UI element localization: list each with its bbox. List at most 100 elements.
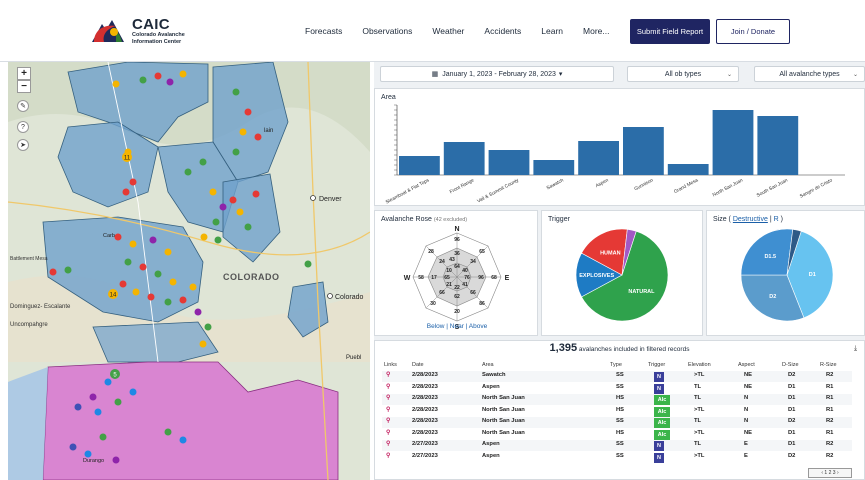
cell-elev: TL [694, 441, 702, 447]
trigger-pie-chart[interactable]: NATURAL EXPLOSIVES HUMAN [542, 225, 702, 335]
avalanche-types-select[interactable]: All avalanche types ⌄ [754, 66, 865, 82]
col-type[interactable]: Type [610, 362, 622, 368]
area-chart-card: Area Steamboat & Flat Tops Front Range Vai… [374, 88, 865, 206]
area-bar[interactable] [667, 164, 709, 175]
area-bar[interactable] [623, 127, 664, 175]
table-row[interactable]: ⚲ 2/28/2023 North San Juan HS TL N D1 R1 AIc [382, 394, 852, 405]
map-label-pueblo: Puebl [346, 355, 361, 361]
pie-slice[interactable] [740, 228, 794, 276]
map-pin-icon[interactable]: ⚲ [386, 395, 390, 401]
download-icon[interactable]: ⤓ [854, 345, 857, 353]
map-pin-icon[interactable]: ⚲ [386, 407, 390, 413]
cell-d: D1 [788, 429, 796, 436]
area-bar[interactable] [488, 150, 530, 175]
area-category-label: Aspen [595, 177, 610, 189]
area-bar[interactable] [757, 116, 799, 175]
help-icon[interactable]: ? [17, 121, 29, 133]
area-bar[interactable] [399, 156, 440, 175]
area-category-label: Steamboat & Flat Tops [385, 177, 431, 205]
cell-date: 2/27/2023 [412, 441, 438, 447]
table-row[interactable]: ⚲ 2/27/2023 Aspen SS TL E D1 R2 N [382, 440, 852, 451]
size-pie-chart[interactable]: D1 D2 D1.5 [707, 225, 864, 335]
join-donate-button[interactable]: Join / Donate [716, 19, 790, 44]
zoom-out-button[interactable]: − [17, 80, 31, 93]
nav-accidents[interactable]: Accidents [484, 26, 521, 36]
draw-tool-icon[interactable]: ✎ [17, 100, 29, 112]
pagination[interactable]: ‹ 1 2 3 › [808, 468, 852, 478]
table-row[interactable]: ⚲ 2/27/2023 Aspen SS >TL E D2 R2 N [382, 451, 852, 463]
col-links[interactable]: Links [384, 362, 397, 368]
map-label-colorado: COLORADO [223, 272, 280, 282]
map-pin-icon[interactable]: ⚲ [386, 384, 390, 390]
col-elevation[interactable]: Elevation [688, 362, 711, 368]
map-pin-icon[interactable]: ⚲ [386, 441, 390, 447]
cell-area: North San Juan [482, 418, 525, 424]
map-pin-icon[interactable]: ⚲ [386, 372, 390, 378]
col-trigger[interactable]: Trigger [648, 362, 665, 368]
avalanche-map[interactable]: 11 14 5 COLORADO Denver Colorado Puebl B… [8, 62, 370, 480]
rose-s-near: 62 [454, 294, 460, 300]
map-label-dominguez: Dominguez- Escalante [10, 304, 71, 310]
cell-d: D1 [788, 383, 796, 390]
nav-forecasts[interactable]: Forecasts [305, 26, 342, 36]
avalanche-rose-chart[interactable]: 96 36 64 65 34 40 76 96 68 41 66 86 62 2… [375, 225, 539, 329]
nav-observations[interactable]: Observations [362, 26, 412, 36]
col-dsize[interactable]: D-Size [782, 362, 799, 368]
cell-aspect: N [744, 418, 749, 424]
size-destructive-link[interactable]: Destructive [733, 216, 768, 223]
cell-aspect: E [744, 452, 748, 459]
col-aspect[interactable]: Aspect [738, 362, 755, 368]
pointer-icon[interactable]: ➤ [17, 139, 29, 151]
zoom-in-button[interactable]: + [17, 67, 31, 80]
area-category-label: Sawatch [546, 177, 565, 191]
table-row[interactable]: ⚲ 2/28/2023 Sawatch SS >TL NE D2 R2 N [382, 371, 852, 382]
rose-elevation-links[interactable]: Below | Near | Above [375, 323, 539, 330]
cell-d: D1 [788, 406, 796, 413]
cell-date: 2/27/2023 [412, 452, 438, 459]
caic-logo[interactable]: CAIC Colorado Avalanche Information Cent… [90, 16, 207, 46]
size-r-link[interactable]: R [774, 216, 779, 223]
cell-elev: >TL [694, 406, 705, 413]
ob-types-select[interactable]: All ob types ⌄ [627, 66, 739, 82]
submit-field-report-button[interactable]: Submit Field Report [630, 19, 710, 44]
rose-se-above: 41 [462, 282, 468, 288]
area-bar[interactable] [578, 141, 619, 175]
map-pin-icon[interactable]: ⚲ [386, 430, 390, 436]
map-canvas[interactable]: 11 14 5 COLORADO Denver Colorado Puebl B… [8, 62, 370, 480]
cell-d: D2 [788, 452, 796, 459]
caic-mountain-logo-icon [92, 20, 124, 42]
area-bar[interactable] [443, 142, 485, 175]
size-card: Size ( Destructive | R ) D1 D2 D1.5 [706, 210, 865, 336]
nav-learn[interactable]: Learn [541, 26, 563, 36]
cell-type: SS [616, 441, 624, 447]
table-row[interactable]: ⚲ 2/28/2023 North San Juan SS TL N D2 R2 AIc [382, 417, 852, 428]
pie-slice-label: NATURAL [628, 289, 655, 295]
cell-elev: >TL [694, 452, 705, 459]
brand-subtitle: Colorado Avalanche Information Center [132, 32, 185, 45]
ob-types-value: All ob types [664, 70, 702, 78]
nav-weather[interactable]: Weather [432, 26, 464, 36]
area-category-label: Grand Mesa [673, 177, 699, 195]
col-rsize[interactable]: R-Size [820, 362, 837, 368]
col-area[interactable]: Area [482, 362, 494, 368]
date-range-picker[interactable]: ▦ January 1, 2023 - February 28, 2023 ▾ [380, 66, 614, 82]
cell-date: 2/28/2023 [412, 429, 438, 436]
cell-date: 2/28/2023 [412, 372, 438, 378]
nav-more[interactable]: More... [583, 26, 609, 36]
table-row[interactable]: ⚲ 2/28/2023 North San Juan HS >TL NE D1 R1 AIc [382, 428, 852, 440]
cell-r: R1 [826, 406, 834, 413]
main-nav: Forecasts Observations Weather Accidents… [305, 0, 629, 62]
map-pin-icon[interactable]: ⚲ [386, 453, 390, 459]
area-bar[interactable] [712, 110, 754, 175]
col-date[interactable]: Date [412, 362, 424, 368]
cell-r: R2 [826, 441, 834, 447]
table-row[interactable]: ⚲ 2/28/2023 North San Juan HS >TL N D1 R1 AIc [382, 405, 852, 417]
area-bar-chart[interactable]: Steamboat & Flat Tops Front Range Vail & S… [375, 89, 864, 205]
cell-type: SS [616, 452, 624, 459]
pie-slice-label: HUMAN [600, 251, 620, 257]
svg-text:14: 14 [110, 293, 117, 299]
map-pin-icon[interactable]: ⚲ [386, 418, 390, 424]
area-bar[interactable] [533, 160, 575, 175]
table-row[interactable]: ⚲ 2/28/2023 Aspen SS TL NE D1 R1 N [382, 382, 852, 394]
cell-aspect: E [744, 441, 748, 447]
